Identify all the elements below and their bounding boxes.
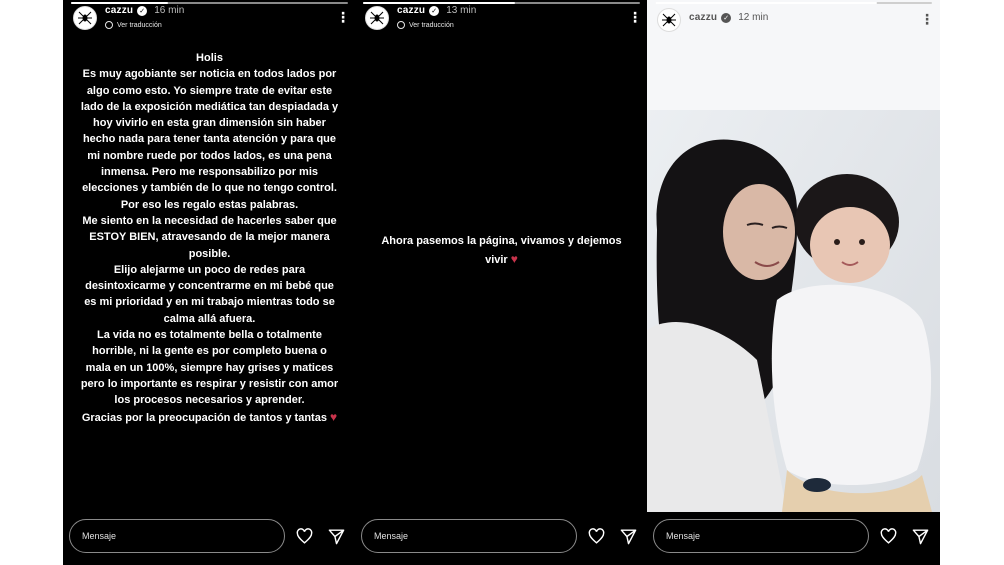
translate-link[interactable]: Ver traducción [397, 21, 628, 29]
story-header: cazzu ✓ 13 min Ver traducción ⋮ [365, 6, 642, 34]
mother-and-baby-photo [647, 0, 940, 512]
globe-icon [397, 21, 405, 29]
send-icon [620, 528, 636, 544]
story-progress-fill [71, 2, 168, 4]
story-photo [647, 0, 940, 512]
story-footer: Mensaje [69, 519, 350, 553]
avatar[interactable] [73, 6, 97, 30]
heart-outline-icon [296, 527, 312, 544]
message-placeholder: Mensaje [374, 531, 409, 541]
share-button[interactable] [615, 523, 641, 549]
avatar[interactable] [657, 8, 681, 32]
story-progress-bar [71, 2, 348, 4]
story-meta: cazzu ✓ 13 min Ver traducción [397, 6, 628, 29]
verified-icon: ✓ [429, 6, 440, 16]
story-header: cazzu ✓ 16 min Ver traducción ⋮ [73, 6, 350, 34]
story-progress-fill [655, 2, 877, 4]
story-progress-bar [655, 2, 932, 4]
story-paragraph: La vida no es totalmente bella o totalme… [80, 329, 339, 407]
username[interactable]: cazzu [105, 6, 133, 16]
heart-outline-icon [880, 527, 896, 544]
spider-logo-icon [370, 11, 384, 25]
story-text-content: Ahora pasemos la página, vivamos y dejem… [381, 235, 622, 266]
story-time: 16 min [154, 5, 185, 16]
story-panel-1: cazzu ✓ 16 min Ver traducción ⋮ Holis Es… [63, 0, 356, 565]
more-vertical-icon[interactable]: ⋮ [336, 10, 350, 24]
globe-icon [105, 21, 113, 29]
story-meta: cazzu ✓ 12 min [689, 13, 920, 23]
more-vertical-icon[interactable]: ⋮ [628, 10, 642, 24]
story-paragraph-text: Gracias por la preocupación de tantos y … [81, 411, 327, 424]
story-paragraph: Es muy agobiante ser noticia en todos la… [80, 68, 339, 211]
story-panel-3: cazzu ✓ 12 min ⋮ Mensaje [647, 0, 940, 565]
story-paragraph: Gracias por la preocupación de tantos y … [79, 409, 340, 426]
story-panel-2: cazzu ✓ 13 min Ver traducción ⋮ Ahora pa… [355, 0, 648, 565]
story-progress-bar [363, 2, 640, 4]
spider-logo-icon [662, 13, 676, 27]
story-meta: cazzu ✓ 16 min Ver traducción [105, 6, 336, 29]
verified-icon: ✓ [721, 13, 732, 23]
translate-label: Ver traducción [409, 21, 454, 29]
username[interactable]: cazzu [689, 13, 717, 23]
message-placeholder: Mensaje [666, 531, 701, 541]
message-placeholder: Mensaje [82, 531, 117, 541]
story-text: Holis Es muy agobiante ser noticia en to… [79, 50, 340, 426]
story-text: Ahora pasemos la página, vivamos y dejem… [377, 232, 626, 269]
avatar[interactable] [365, 6, 389, 30]
send-icon [912, 528, 928, 544]
like-button[interactable] [583, 523, 609, 549]
story-paragraph: Holis [196, 52, 223, 64]
translate-link[interactable]: Ver traducción [105, 21, 336, 29]
story-time: 13 min [446, 5, 477, 16]
share-button[interactable] [323, 523, 349, 549]
send-icon [328, 528, 344, 544]
translate-label: Ver traducción [117, 21, 162, 29]
spider-logo-icon [78, 11, 92, 25]
share-button[interactable] [907, 523, 933, 549]
message-input[interactable]: Mensaje [69, 519, 285, 553]
message-input[interactable]: Mensaje [653, 519, 869, 553]
story-paragraph: Elijo alejarme un poco de redes para des… [84, 263, 335, 325]
more-vertical-icon[interactable]: ⋮ [920, 12, 934, 26]
username[interactable]: cazzu [397, 6, 425, 16]
story-paragraph: Me siento en la necesidad de hacerles sa… [82, 214, 337, 260]
message-input[interactable]: Mensaje [361, 519, 577, 553]
heart-emoji: ♥ [330, 409, 338, 424]
verified-icon: ✓ [137, 6, 148, 16]
like-button[interactable] [875, 523, 901, 549]
story-time: 12 min [738, 12, 769, 23]
story-progress-fill [363, 2, 516, 4]
like-button[interactable] [291, 523, 317, 549]
story-footer: Mensaje [653, 519, 934, 553]
heart-emoji: ♥ [510, 252, 518, 266]
heart-outline-icon [588, 527, 604, 544]
story-footer: Mensaje [361, 519, 642, 553]
story-header: cazzu ✓ 12 min ⋮ [657, 8, 934, 36]
